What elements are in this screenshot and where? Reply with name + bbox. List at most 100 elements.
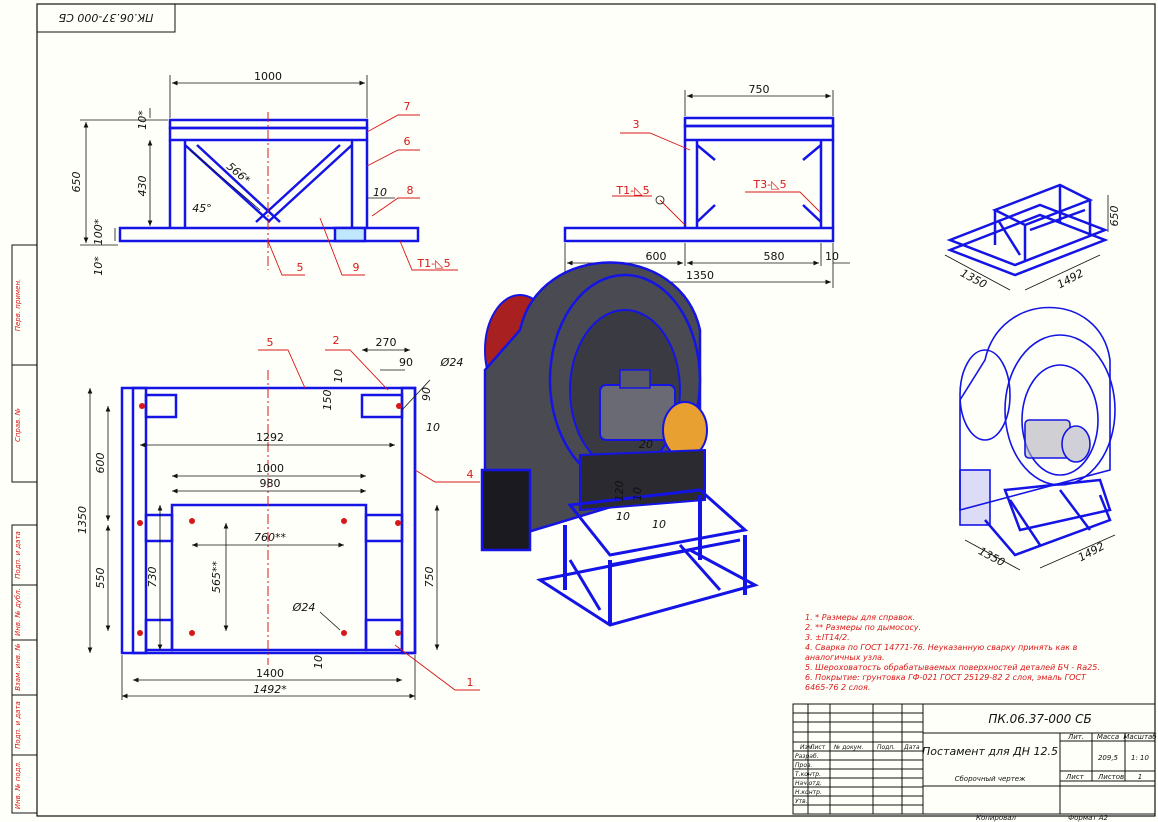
dim-plan-270: 270 <box>376 336 397 349</box>
dim-iso-120: 120 <box>613 481 626 502</box>
callout-5-plan: 5 <box>267 336 274 349</box>
dim-front-10c: 10 <box>373 186 387 199</box>
dim-plan-1000: 1000 <box>256 462 284 475</box>
note-line-1: 1. * Размеры для справок. <box>805 613 915 622</box>
tb-lit: Лит. <box>1067 733 1084 741</box>
front-view: 1000 650 430 10* 100* 10* 566* 45° 10 7 … <box>70 70 458 276</box>
dim-iso-10b: 10 <box>616 510 630 523</box>
top-code-mirrored: ПК.06.37-000 СБ <box>59 11 154 24</box>
technical-notes: 1. * Размеры для справок. 2. ** Размеры … <box>805 613 1100 692</box>
callout-5-front: 5 <box>297 261 304 274</box>
side-label-3: Подп. и дата <box>14 531 22 579</box>
side-label-6: Подп. и дата <box>14 701 22 749</box>
tb-role-5: Н.контр. <box>795 789 822 796</box>
iso-frame-small <box>946 183 1109 277</box>
dim-plan-730: 730 <box>146 567 159 588</box>
dim-plan-10c: 10 <box>312 655 325 669</box>
dim-plan-980: 980 <box>260 477 281 490</box>
note-line-3: 3. ±IT14/2. <box>805 633 850 642</box>
note-line-7: 6. Покрытие: грунтовка ГФ-021 ГОСТ 25129… <box>805 673 1087 682</box>
iso-fan-render <box>480 261 760 627</box>
drawing-canvas: ПК.06.37-000 СБ Перв. примен. Справ. № П… <box>11 3 1157 822</box>
dim-plan-550: 550 <box>94 568 107 589</box>
dim-plan-760: 760** <box>254 531 286 544</box>
dim-plan-150: 150 <box>321 390 334 411</box>
title-doctype: Сборочный чертеж <box>955 775 1026 783</box>
dim-plan-1292: 1292 <box>256 431 284 444</box>
dim-plan-dia24a: Ø24 <box>440 356 464 369</box>
callout-7: 7 <box>404 100 411 113</box>
side-label-1: Перв. примен. <box>14 279 22 332</box>
callout-1: 1 <box>467 676 474 689</box>
dim-front-45deg: 45° <box>192 202 212 215</box>
dim-front-height: 650 <box>70 172 83 193</box>
dim-plan-750: 750 <box>423 567 436 588</box>
dim-iso-20: 20 <box>639 438 653 451</box>
tb-role-4: Нач.отд. <box>795 780 822 787</box>
tb-list: Лист <box>1065 773 1085 781</box>
side-label-2: Справ. № <box>14 408 22 442</box>
drawing-sheet: ПК.06.37-000 СБ Перв. примен. Справ. № П… <box>0 0 1158 822</box>
dim-isosmall-1492: 1492 <box>1055 267 1086 292</box>
dim-plan-600: 600 <box>94 453 107 474</box>
tb-role-2: Пров. <box>795 762 813 769</box>
callout-6: 6 <box>404 135 411 148</box>
tb-format: Формат A2 <box>1068 814 1108 822</box>
callout-weld-side-1: T1-◺5 <box>615 184 649 197</box>
tb-massa: Масса <box>1097 733 1119 741</box>
callout-4: 4 <box>467 468 474 481</box>
dim-front-430: 430 <box>136 176 149 197</box>
note-line-2: 2. ** Размеры по дымососу. <box>805 623 921 632</box>
callout-2: 2 <box>333 334 340 347</box>
dim-isofan-1492: 1492 <box>1076 540 1107 565</box>
callout-9: 9 <box>353 261 360 274</box>
side-label-4: Инв. № дубл. <box>14 588 22 636</box>
tb-col-doc: № докум. <box>833 744 864 751</box>
dim-plan-1350: 1350 <box>76 506 89 534</box>
dim-side-1350: 1350 <box>686 269 714 282</box>
dim-side-580: 580 <box>764 250 785 263</box>
side-label-7: Инв. № подл. <box>14 761 22 809</box>
side-view: 750 600 580 10 1350 3 T1-◺5 T3-◺5 <box>563 83 850 288</box>
tb-col-list: Лист <box>809 744 826 751</box>
dim-plan-565: 565** <box>210 561 223 593</box>
plan-view: 270 90 Ø24 10 150 90 10 1292 1000 980 76… <box>76 334 480 700</box>
note-line-6: 5. Шероховатость обрабатываемых поверхно… <box>805 663 1100 672</box>
tb-sheets-value: 1 <box>1138 773 1142 781</box>
callout-weld-side-3: T3-◺5 <box>752 178 786 191</box>
iso-fan-small <box>959 306 1116 557</box>
dim-plan-dia24b: Ø24 <box>292 601 316 614</box>
dim-plan-1492: 1492* <box>253 683 287 696</box>
dim-front-width: 1000 <box>254 70 282 83</box>
dim-isosmall-650: 650 <box>1108 206 1121 227</box>
dim-side-10: 10 <box>825 250 839 263</box>
tb-masshtab: Масштаб <box>1123 733 1157 741</box>
title-code: ПК.06.37-000 СБ <box>988 712 1091 726</box>
note-line-4: 4. Сварка по ГОСТ 14771-76. Неуказанную … <box>805 643 1078 652</box>
dim-iso-10a: 10 <box>631 487 644 501</box>
dim-front-100: 100* <box>92 218 105 245</box>
callout-3: 3 <box>633 118 640 131</box>
dim-front-10b: 10* <box>92 256 105 276</box>
dim-side-width: 750 <box>749 83 770 96</box>
dim-isofan-1350: 1350 <box>976 545 1007 570</box>
side-label-5: Взам. инв. № <box>14 643 22 691</box>
callout-weld-front: T1-◺5 <box>416 257 450 270</box>
tb-role-1: Разраб. <box>795 753 819 760</box>
tb-col-sign: Подп. <box>877 744 895 751</box>
dim-front-10a: 10* <box>136 110 149 130</box>
dim-iso-10c: 10 <box>652 518 666 531</box>
dim-plan-10a: 10 <box>332 369 345 383</box>
tb-role-6: Утв. <box>795 798 808 805</box>
dim-plan-1400: 1400 <box>256 667 284 680</box>
tb-role-3: Т.контр. <box>795 771 821 778</box>
note-line-8: 6465-76 2 слоя. <box>805 683 870 692</box>
callout-8: 8 <box>407 184 414 197</box>
tb-copied: Копировал <box>976 814 1017 822</box>
dim-plan-90b: 90 <box>420 387 433 401</box>
dim-plan-10b: 10 <box>426 421 440 434</box>
tb-mass-value: 209,5 <box>1098 754 1119 762</box>
dim-plan-90a: 90 <box>399 356 413 369</box>
dim-side-600: 600 <box>646 250 667 263</box>
note-line-5: аналогичных узла. <box>805 653 885 662</box>
